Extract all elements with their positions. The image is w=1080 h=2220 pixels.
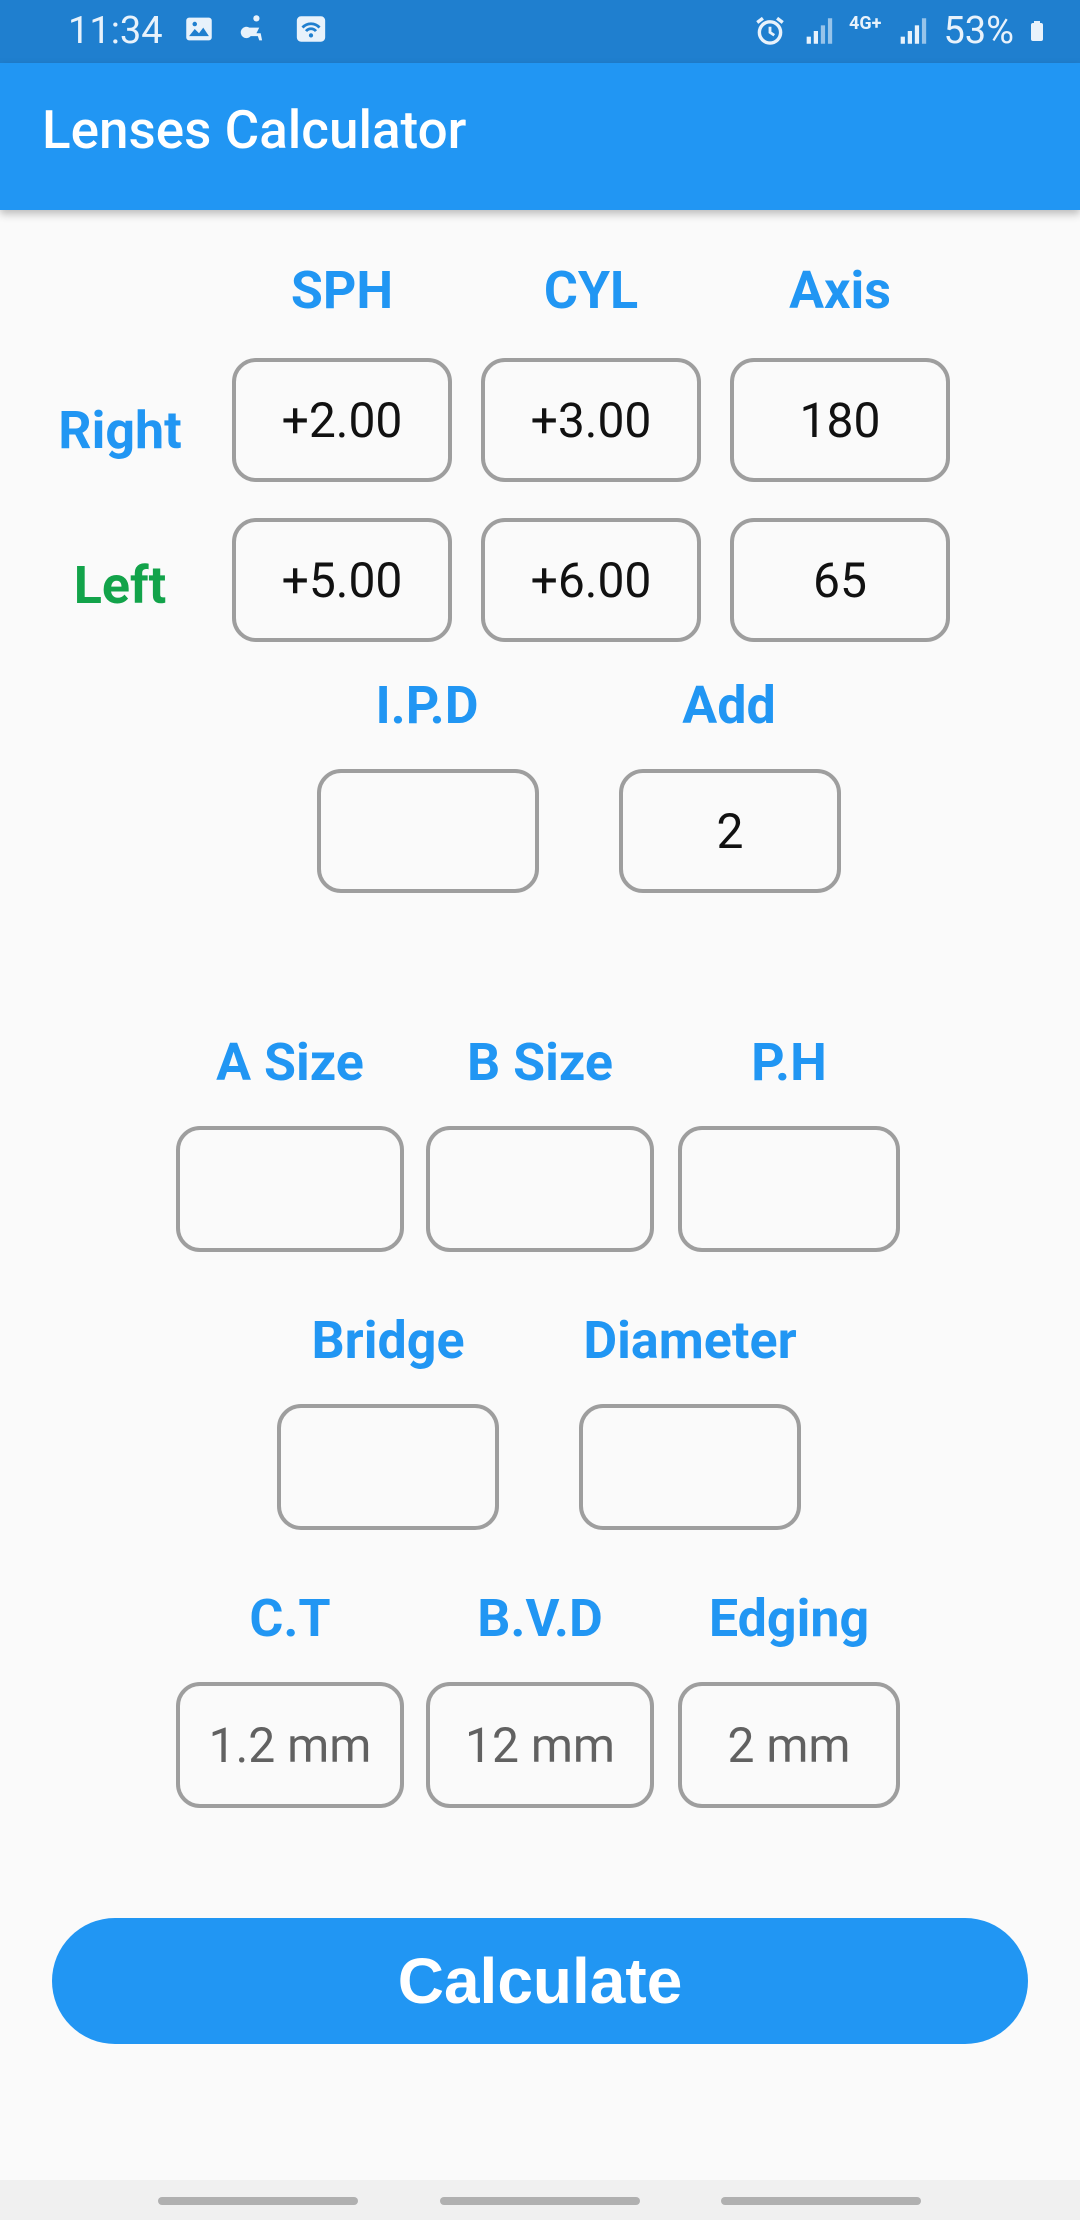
right-sph-value: +2.00: [281, 391, 403, 449]
left-sph-value: +5.00: [281, 551, 403, 609]
nav-back-handle[interactable]: [721, 2197, 921, 2205]
add-label: Add: [682, 675, 776, 736]
right-axis-field[interactable]: 180: [730, 358, 950, 482]
axis-header: Axis: [789, 260, 891, 321]
notification-icons: [182, 12, 328, 46]
system-status-icons: 4G+ 53%: [753, 9, 1052, 53]
left-sph-field[interactable]: +5.00: [232, 518, 452, 642]
battery-percent: 53%: [943, 9, 1014, 53]
edging-field[interactable]: [678, 1682, 900, 1808]
edging-input[interactable]: [682, 1715, 896, 1775]
b-size-field[interactable]: [426, 1126, 654, 1252]
b-size-label: B Size: [466, 1032, 614, 1093]
bvd-field[interactable]: [426, 1682, 654, 1808]
accessibility-icon: [240, 15, 263, 41]
left-axis-value: 65: [813, 551, 867, 609]
left-cyl-field[interactable]: +6.00: [481, 518, 701, 642]
nav-home-handle[interactable]: [440, 2197, 640, 2205]
right-sph-field[interactable]: +2.00: [232, 358, 452, 482]
bridge-field[interactable]: [277, 1404, 499, 1530]
right-cyl-field[interactable]: +3.00: [481, 358, 701, 482]
a-size-label: A Size: [216, 1032, 364, 1093]
bvd-input[interactable]: [430, 1715, 650, 1775]
app-title: Lenses Calculator: [42, 99, 467, 161]
battery-icon: [1031, 21, 1043, 41]
calculate-button[interactable]: Calculate: [52, 1918, 1028, 2044]
ct-field[interactable]: [176, 1682, 404, 1808]
ipd-label: I.P.D: [375, 675, 479, 736]
add-value: 2: [716, 802, 744, 860]
diameter-label: Diameter: [583, 1310, 797, 1371]
alarm-icon: [756, 16, 784, 45]
ipd-field[interactable]: [317, 769, 539, 893]
left-eye-label: Left: [73, 555, 167, 616]
bridge-label: Bridge: [311, 1310, 465, 1371]
edging-label: Edging: [708, 1588, 870, 1649]
wifi-calling-icon: [296, 16, 326, 42]
right-eye-label: Right: [58, 400, 182, 461]
right-cyl-value: +3.00: [530, 391, 652, 449]
ct-input[interactable]: [180, 1715, 400, 1775]
app-bar: Lenses Calculator: [0, 63, 1080, 210]
status-bar: 11:34 4G+ 53%: [0, 0, 1080, 63]
nav-recents-handle[interactable]: [158, 2197, 358, 2205]
status-time: 11:34: [68, 9, 163, 53]
navigation-bar: [0, 2180, 1080, 2220]
gallery-icon: [186, 17, 212, 41]
cyl-header: CYL: [543, 260, 639, 321]
ct-label: C.T: [249, 1588, 331, 1649]
add-field[interactable]: 2: [619, 769, 841, 893]
diameter-field[interactable]: [579, 1404, 801, 1530]
a-size-field[interactable]: [176, 1126, 404, 1252]
ph-label: P.H: [751, 1032, 827, 1093]
sph-header: SPH: [290, 260, 394, 321]
left-cyl-value: +6.00: [530, 551, 652, 609]
left-axis-field[interactable]: 65: [730, 518, 950, 642]
signal-icon-2: [901, 18, 927, 44]
right-axis-value: 180: [799, 391, 881, 449]
network-type: 4G+: [849, 13, 882, 34]
ph-field[interactable]: [678, 1126, 900, 1252]
bvd-label: B.V.D: [477, 1588, 603, 1649]
signal-icon: [806, 18, 833, 44]
